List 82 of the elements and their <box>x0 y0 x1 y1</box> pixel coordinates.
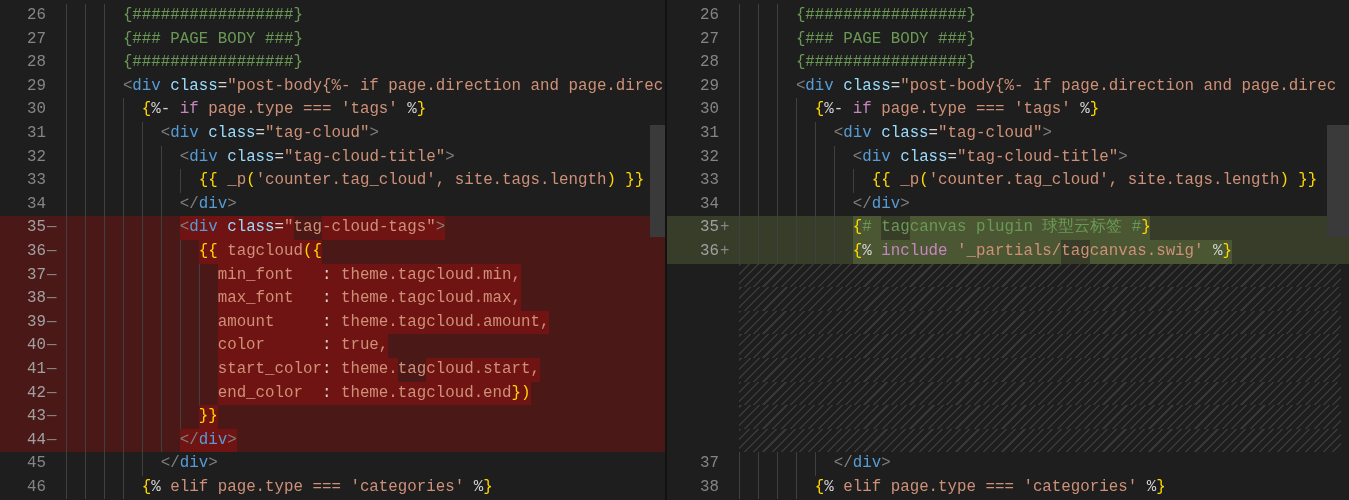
line-number: 39 <box>26 311 46 333</box>
code-line: start_color: theme.tagcloud.start, <box>216 359 541 378</box>
diff-marker: — <box>47 336 57 355</box>
line-number: 33 <box>699 170 719 192</box>
line-number: 27 <box>26 28 46 50</box>
line-number: 37 <box>26 264 46 286</box>
code-line: color : true, <box>216 336 389 355</box>
line-number: 29 <box>699 75 719 97</box>
code-line: <div class="tag-cloud-title"> <box>851 147 1128 166</box>
diff-marker: — <box>47 218 57 237</box>
code-line: <div class="tag-cloud-tags"> <box>178 218 446 237</box>
code-line: </div> <box>178 430 237 449</box>
line-number: 46 <box>26 476 46 498</box>
line-number: 36 <box>26 240 46 262</box>
line-number: 35 <box>26 217 46 239</box>
line-number: 42 <box>26 382 46 404</box>
code-line: {{ tagcloud({ <box>197 241 322 260</box>
code-line: {% include '_partials/tagcanvas.swig' %} <box>851 241 1232 260</box>
diff-marker: — <box>47 407 57 426</box>
code-line: {### PAGE BODY ###} <box>121 29 303 48</box>
line-number: 32 <box>26 146 46 168</box>
diff-marker: — <box>47 312 57 331</box>
diff-marker: + <box>720 218 730 237</box>
line-number: 29 <box>26 75 46 97</box>
diff-marker: — <box>47 241 57 260</box>
code-line: {{ _p('counter.tag_cloud', site.tags.length) }} <box>870 171 1318 190</box>
line-number: 34 <box>26 193 46 215</box>
line-number: 30 <box>699 99 719 121</box>
line-number: 36 <box>699 240 719 262</box>
line-number: 38 <box>699 476 719 498</box>
code-line: </div> <box>159 454 218 473</box>
code-line: </div> <box>851 194 910 213</box>
code-line: min_font : theme.tagcloud.min, <box>216 265 522 284</box>
line-number: 26 <box>26 5 46 26</box>
line-number: 26 <box>699 5 719 26</box>
line-number: 33 <box>26 170 46 192</box>
code-line: amount : theme.tagcloud.amount, <box>216 312 550 331</box>
code-line: {% elif page.type === 'categories' %} <box>140 477 493 496</box>
code-line: max_font : theme.tagcloud.max, <box>216 289 522 308</box>
diff-marker: — <box>47 383 57 402</box>
code-line: </div> <box>832 454 891 473</box>
code-line: {%- if page.type === 'tags' %} <box>140 100 427 119</box>
code-line: {%- if page.type === 'tags' %} <box>813 100 1100 119</box>
code-line: <div class="post-body{%- if page.direction and page.direc <box>794 76 1337 95</box>
code-line: </div> <box>178 194 237 213</box>
code-line: end_color : theme.tagcloud.end}) <box>216 383 531 402</box>
line-number: 43 <box>26 406 46 428</box>
code-line: <div class="post-body{%- if page.direction and page.direc <box>121 76 664 95</box>
diff-marker: — <box>47 289 57 308</box>
code-line: <div class="tag-cloud"> <box>159 123 379 142</box>
code-line: {# tagcanvas plugin 球型云标签 #} <box>851 218 1151 237</box>
line-number: 27 <box>699 28 719 50</box>
line-number: 28 <box>699 52 719 74</box>
scrollbar-thumb[interactable] <box>1327 125 1349 237</box>
code-line: {### PAGE BODY ###} <box>794 29 976 48</box>
code-line: {#################} <box>121 53 303 72</box>
code-line: <div class="tag-cloud"> <box>832 123 1052 142</box>
diff-marker: — <box>47 430 57 449</box>
diff-marker: + <box>720 241 730 260</box>
code-line: }} <box>197 407 218 426</box>
diff-marker: — <box>47 359 57 378</box>
line-number: 28 <box>26 52 46 74</box>
code-line: <div class="tag-cloud-title"> <box>178 147 455 166</box>
code-line: {% elif page.type === 'categories' %} <box>813 477 1166 496</box>
scrollbar-thumb[interactable] <box>650 125 665 237</box>
code-line: {#################} <box>794 6 976 24</box>
line-number: 31 <box>26 122 46 144</box>
code-line: {{ _p('counter.tag_cloud', site.tags.length) }} <box>197 171 645 190</box>
code-line: {#################} <box>794 53 976 72</box>
line-number: 38 <box>26 288 46 310</box>
line-number: 31 <box>699 122 719 144</box>
code-line: {#################} <box>121 6 303 24</box>
line-number: 41 <box>26 358 46 380</box>
diff-marker: — <box>47 265 57 284</box>
line-number: 40 <box>26 335 46 357</box>
line-number: 32 <box>699 146 719 168</box>
line-number: 34 <box>699 193 719 215</box>
line-number: 35 <box>699 217 719 239</box>
line-number: 45 <box>26 453 46 475</box>
line-number: 37 <box>699 453 719 475</box>
line-number: 30 <box>26 99 46 121</box>
line-number: 44 <box>26 429 46 451</box>
